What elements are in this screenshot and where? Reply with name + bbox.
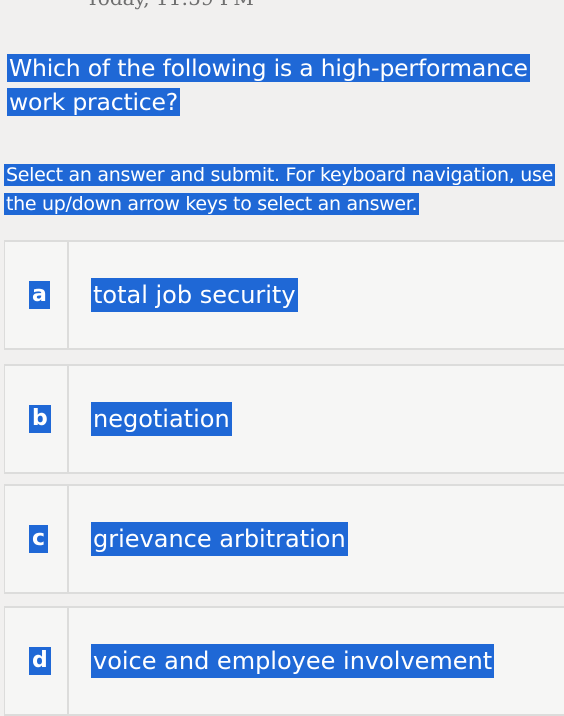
instructions-highlight: Select an answer and submit. For keyboar…: [4, 164, 555, 215]
option-label: voice and employee involvement: [91, 644, 495, 678]
option-letter: d: [29, 647, 51, 675]
option-label: total job security: [91, 278, 298, 312]
option-c[interactable]: c grievance arbitration: [4, 484, 564, 594]
option-letter-cell: c: [5, 486, 69, 592]
option-label: grievance arbitration: [91, 522, 348, 556]
question-text: Which of the following is a high-perform…: [7, 51, 547, 119]
option-label: negotiation: [91, 402, 232, 436]
option-letter: a: [29, 281, 50, 309]
option-letter-cell: b: [5, 366, 69, 472]
question-highlight: Which of the following is a high-perform…: [7, 54, 530, 116]
option-b[interactable]: b negotiation: [4, 364, 564, 474]
option-letter-cell: d: [5, 608, 69, 714]
timestamp: Today, 11:59 PM: [86, 0, 254, 10]
option-letter: b: [29, 405, 51, 433]
option-a[interactable]: a total job security: [4, 240, 564, 350]
option-letter: c: [29, 525, 49, 553]
instructions-text: Select an answer and submit. For keyboar…: [4, 161, 564, 219]
option-letter-cell: a: [5, 242, 69, 348]
